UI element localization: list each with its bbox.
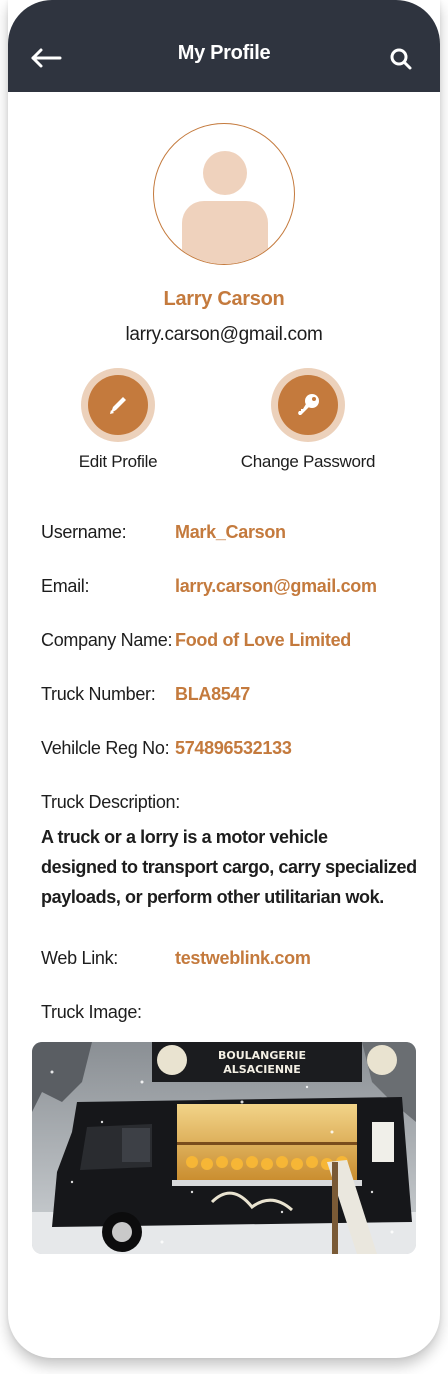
truck-description-text: A truck or a lorry is a motor vehicle de…: [41, 822, 426, 912]
pencil-icon: [110, 397, 126, 414]
description-line: designed to transport cargo, carry speci…: [41, 857, 417, 877]
description-line: A truck or a lorry is a motor vehicle: [41, 827, 328, 847]
change-password-action: Change Password: [228, 368, 388, 472]
truck-image: BOULANGERIE ALSACIENNE: [32, 1042, 416, 1254]
avatar: [153, 123, 295, 265]
app-bar: My Profile: [8, 0, 440, 92]
search-icon: [390, 48, 412, 70]
email-label: Email:: [41, 576, 90, 596]
truck-description-label: Truck Description:: [41, 792, 180, 812]
username-label: Username:: [41, 522, 127, 542]
weblink-label: Web Link:: [41, 948, 119, 968]
description-line: payloads, or perform other utilitarian w…: [41, 887, 384, 907]
edit-profile-action: Edit Profile: [38, 368, 198, 472]
sign-line-2: ALSACIENNE: [223, 1063, 301, 1076]
weblink-value[interactable]: testweblink.com: [175, 948, 311, 969]
profile-email: larry.carson@gmail.com: [125, 324, 323, 345]
user-icon: [182, 151, 268, 264]
company-value: Food of Love Limited: [175, 630, 351, 650]
phone-screen: My Profile Larry Carson larry.carson@gma…: [8, 0, 440, 1358]
edit-profile-label[interactable]: Edit Profile: [38, 452, 198, 472]
vehicle-reg-label: Vehilcle Reg No:: [41, 738, 170, 758]
search-button[interactable]: [388, 46, 414, 72]
company-label: Company Name:: [41, 630, 173, 650]
page-title: My Profile: [177, 42, 271, 64]
truck-number-label: Truck Number:: [41, 684, 156, 704]
change-password-label[interactable]: Change Password: [228, 452, 388, 472]
truck-number-value: BLA8547: [175, 684, 250, 704]
profile-name: Larry Carson: [163, 288, 285, 310]
truck-image-label: Truck Image:: [41, 1002, 142, 1022]
sign-line-1: BOULANGERIE: [218, 1049, 306, 1062]
change-password-button[interactable]: [271, 368, 345, 442]
username-value: Mark_Carson: [175, 522, 286, 542]
vehicle-reg-value: 574896532133: [175, 738, 292, 758]
key-icon: [298, 394, 319, 415]
email-value: larry.carson@gmail.com: [175, 576, 377, 596]
edit-profile-button[interactable]: [81, 368, 155, 442]
